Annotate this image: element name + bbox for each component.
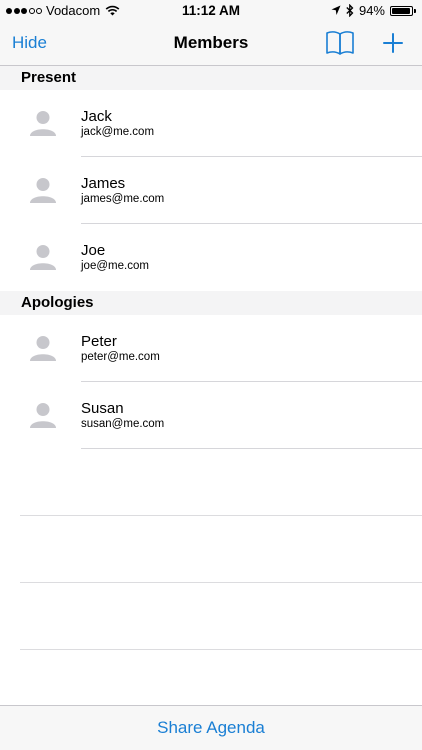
status-bar: Vodacom 11:12 AM 94%	[0, 0, 422, 22]
member-row-joe[interactable]: Joe joe@me.com	[0, 224, 422, 291]
members-table: Present Jack jack@me.com James james@me.…	[0, 66, 422, 650]
navigation-bar: Hide Members	[0, 22, 422, 66]
member-name: Peter	[81, 333, 117, 350]
battery-percent: 94%	[358, 3, 385, 18]
empty-row	[0, 516, 422, 583]
section-header-present: Present	[0, 66, 422, 90]
member-email: joe@me.com	[81, 260, 149, 272]
member-email: susan@me.com	[81, 418, 165, 430]
empty-row	[0, 449, 422, 516]
hide-button[interactable]: Hide	[12, 33, 47, 53]
member-name: Jack	[81, 108, 112, 125]
person-icon	[30, 403, 56, 428]
member-row-susan[interactable]: Susan susan@me.com	[0, 382, 422, 449]
location-arrow-icon	[331, 5, 341, 15]
person-icon	[30, 178, 56, 203]
empty-row	[0, 583, 422, 650]
member-email: james@me.com	[81, 193, 165, 205]
row-divider	[20, 649, 422, 650]
book-icon[interactable]	[325, 30, 355, 56]
members-screen: Vodacom 11:12 AM 94% Hide Members Presen…	[0, 0, 422, 750]
member-row-james[interactable]: James james@me.com	[0, 157, 422, 224]
member-name: James	[81, 175, 126, 192]
status-right: 94%	[331, 3, 416, 18]
plus-icon[interactable]	[381, 31, 405, 55]
bluetooth-icon	[346, 4, 354, 17]
person-icon	[30, 336, 56, 361]
section-header-apologies: Apologies	[0, 291, 422, 315]
bottom-toolbar: Share Agenda	[0, 705, 422, 750]
member-email: peter@me.com	[81, 351, 160, 363]
member-email: jack@me.com	[81, 126, 155, 138]
battery-icon	[390, 5, 413, 16]
page-title: Members	[173, 33, 249, 52]
share-agenda-button[interactable]: Share Agenda	[0, 718, 422, 738]
person-icon	[30, 111, 56, 136]
member-row-peter[interactable]: Peter peter@me.com	[0, 315, 422, 382]
member-name: Joe	[81, 242, 106, 259]
member-row-jack[interactable]: Jack jack@me.com	[0, 90, 422, 157]
battery-level	[392, 7, 410, 14]
member-name: Susan	[81, 400, 124, 417]
battery-tip	[414, 8, 416, 13]
person-icon	[30, 245, 56, 270]
